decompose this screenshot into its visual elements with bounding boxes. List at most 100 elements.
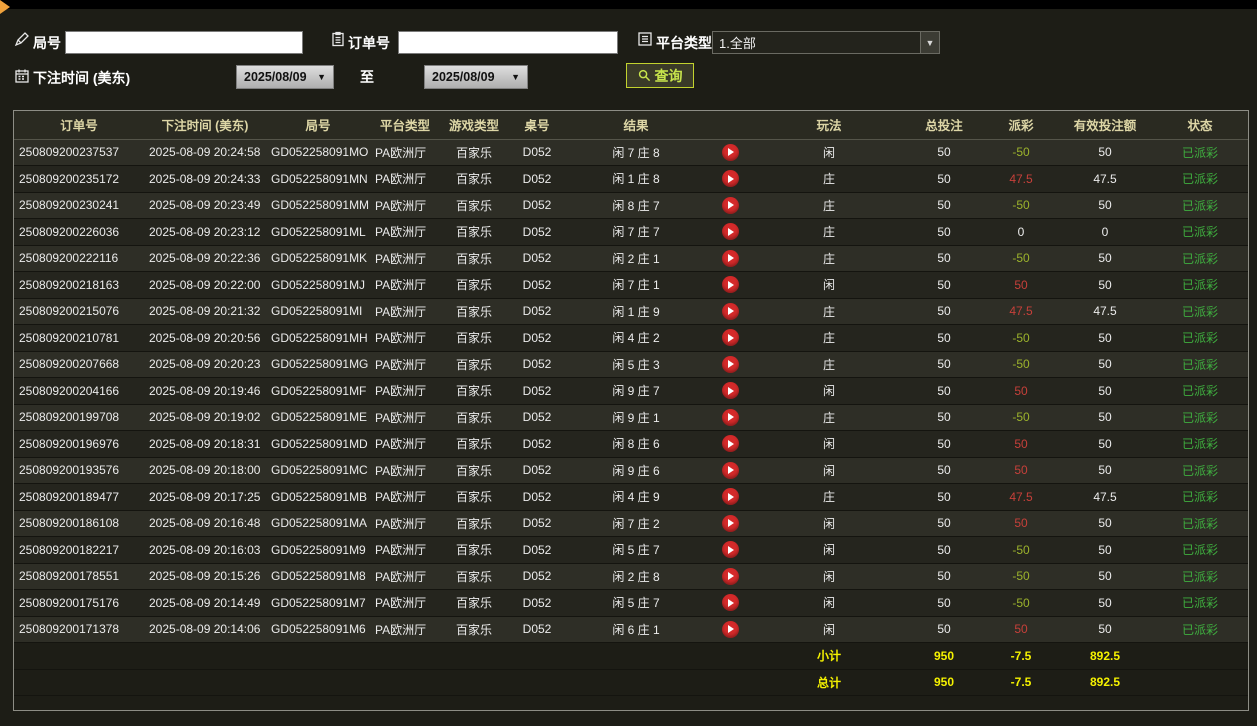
play-video-button[interactable] — [721, 461, 739, 479]
cell-round_id: GD052258091M6 — [266, 616, 370, 643]
cell-order_id: 250809200204166 — [14, 377, 144, 405]
cell-table_no: D052 — [508, 271, 566, 299]
cell-bet_time: 2025-08-09 20:23:12 — [144, 218, 266, 246]
play-icon — [728, 227, 734, 236]
table-row: 250809200175176 2025-08-09 20:14:49 GD0522… — [14, 589, 1248, 617]
cell-bet_time: 2025-08-09 20:18:00 — [144, 457, 266, 484]
play-video-button[interactable] — [721, 435, 739, 453]
cell-valid_bet: 50 — [1058, 563, 1152, 590]
cell-round_id: GD052258091MK — [266, 245, 370, 272]
play-icon — [728, 174, 734, 183]
cell-platform: PA欧洲厅 — [370, 218, 440, 246]
table-row: 250809200215076 2025-08-09 20:21:32 GD0522… — [14, 298, 1248, 325]
cell-payout: 50 — [984, 457, 1058, 484]
cell-total_bet: 50 — [904, 324, 984, 352]
cell-game: 百家乐 — [440, 218, 508, 246]
play-video-button[interactable] — [721, 594, 739, 612]
play-video-button[interactable] — [721, 488, 739, 506]
list-icon — [637, 31, 653, 47]
cell-status: 已派彩 — [1152, 165, 1248, 193]
date-from-picker[interactable]: 2025/08/09 ▼ — [236, 65, 334, 89]
order-input[interactable] — [398, 31, 618, 54]
cell-bet_on: 闲 — [754, 536, 904, 564]
round-input[interactable] — [65, 31, 303, 54]
play-video-button[interactable] — [721, 170, 739, 188]
cell-platform: PA欧洲厅 — [370, 483, 440, 511]
summary-cell: 小计 — [754, 642, 904, 670]
cell-valid_bet: 50 — [1058, 589, 1152, 617]
replay-cell — [706, 139, 754, 166]
cell-table_no: D052 — [508, 377, 566, 405]
cell-table_no: D052 — [508, 483, 566, 511]
cell-platform: PA欧洲厅 — [370, 430, 440, 458]
round-label: 局号 — [33, 35, 61, 51]
play-icon — [728, 307, 734, 316]
cell-platform: PA欧洲厅 — [370, 563, 440, 590]
cell-platform: PA欧洲厅 — [370, 589, 440, 617]
cell-valid_bet: 50 — [1058, 457, 1152, 484]
date-to-picker[interactable]: 2025/08/09 ▼ — [424, 65, 528, 89]
play-video-button[interactable] — [721, 567, 739, 585]
play-icon — [728, 625, 734, 634]
cell-bet_time: 2025-08-09 20:20:23 — [144, 351, 266, 378]
cell-status: 已派彩 — [1152, 271, 1248, 299]
cell-round_id: GD052258091MI — [266, 298, 370, 325]
cell-payout: 50 — [984, 377, 1058, 405]
query-button[interactable]: 查询 — [626, 63, 694, 88]
collapse-arrow-icon[interactable] — [0, 0, 10, 14]
cell-status: 已派彩 — [1152, 192, 1248, 219]
play-video-button[interactable] — [721, 620, 739, 638]
replay-cell — [706, 589, 754, 617]
cell-game: 百家乐 — [440, 483, 508, 511]
cell-platform: PA欧洲厅 — [370, 510, 440, 537]
cell-bet_on: 闲 — [754, 139, 904, 166]
cell-game: 百家乐 — [440, 165, 508, 193]
play-video-button[interactable] — [721, 223, 739, 241]
play-video-button[interactable] — [721, 143, 739, 161]
play-video-button[interactable] — [721, 355, 739, 373]
column-header: 玩法 — [754, 111, 904, 140]
play-video-button[interactable] — [721, 249, 739, 267]
cell-valid_bet: 50 — [1058, 510, 1152, 537]
play-video-button[interactable] — [721, 408, 739, 426]
cell-platform: PA欧洲厅 — [370, 377, 440, 405]
play-video-button[interactable] — [721, 514, 739, 532]
cell-bet_time: 2025-08-09 20:16:48 — [144, 510, 266, 537]
replay-cell — [706, 218, 754, 246]
platform-select[interactable]: 1.全部 ▼ — [712, 31, 940, 54]
bet-time-label: 下注时间 (美东) — [33, 70, 131, 86]
play-video-button[interactable] — [721, 302, 739, 320]
cell-payout: -50 — [984, 245, 1058, 272]
cell-status: 已派彩 — [1152, 563, 1248, 590]
cell-bet_on: 庄 — [754, 298, 904, 325]
play-video-button[interactable] — [721, 382, 739, 400]
summary-cell: 950 — [904, 669, 984, 696]
cell-payout: -50 — [984, 404, 1058, 431]
summary-empty-cell — [1152, 669, 1248, 696]
cell-valid_bet: 50 — [1058, 430, 1152, 458]
cell-payout: 50 — [984, 510, 1058, 537]
play-video-button[interactable] — [721, 276, 739, 294]
cell-result: 闲 5 庄 3 — [566, 351, 706, 378]
replay-cell — [706, 457, 754, 484]
cell-order_id: 250809200226036 — [14, 218, 144, 246]
cell-total_bet: 50 — [904, 404, 984, 431]
table-row: 250809200193576 2025-08-09 20:18:00 GD0522… — [14, 457, 1248, 484]
cell-total_bet: 50 — [904, 139, 984, 166]
cell-platform: PA欧洲厅 — [370, 245, 440, 272]
cell-game: 百家乐 — [440, 589, 508, 617]
cell-table_no: D052 — [508, 589, 566, 617]
cell-valid_bet: 47.5 — [1058, 165, 1152, 193]
play-icon — [728, 148, 734, 157]
play-video-button[interactable] — [721, 196, 739, 214]
cell-total_bet: 50 — [904, 563, 984, 590]
column-header: 状态 — [1152, 111, 1248, 140]
replay-cell — [706, 324, 754, 352]
summary-empty-cell — [508, 669, 566, 696]
cell-order_id: 250809200175176 — [14, 589, 144, 617]
table-row: 250809200204166 2025-08-09 20:19:46 GD0522… — [14, 377, 1248, 405]
cell-bet_on: 庄 — [754, 192, 904, 219]
play-video-button[interactable] — [721, 541, 739, 559]
cell-total_bet: 50 — [904, 271, 984, 299]
play-video-button[interactable] — [721, 329, 739, 347]
